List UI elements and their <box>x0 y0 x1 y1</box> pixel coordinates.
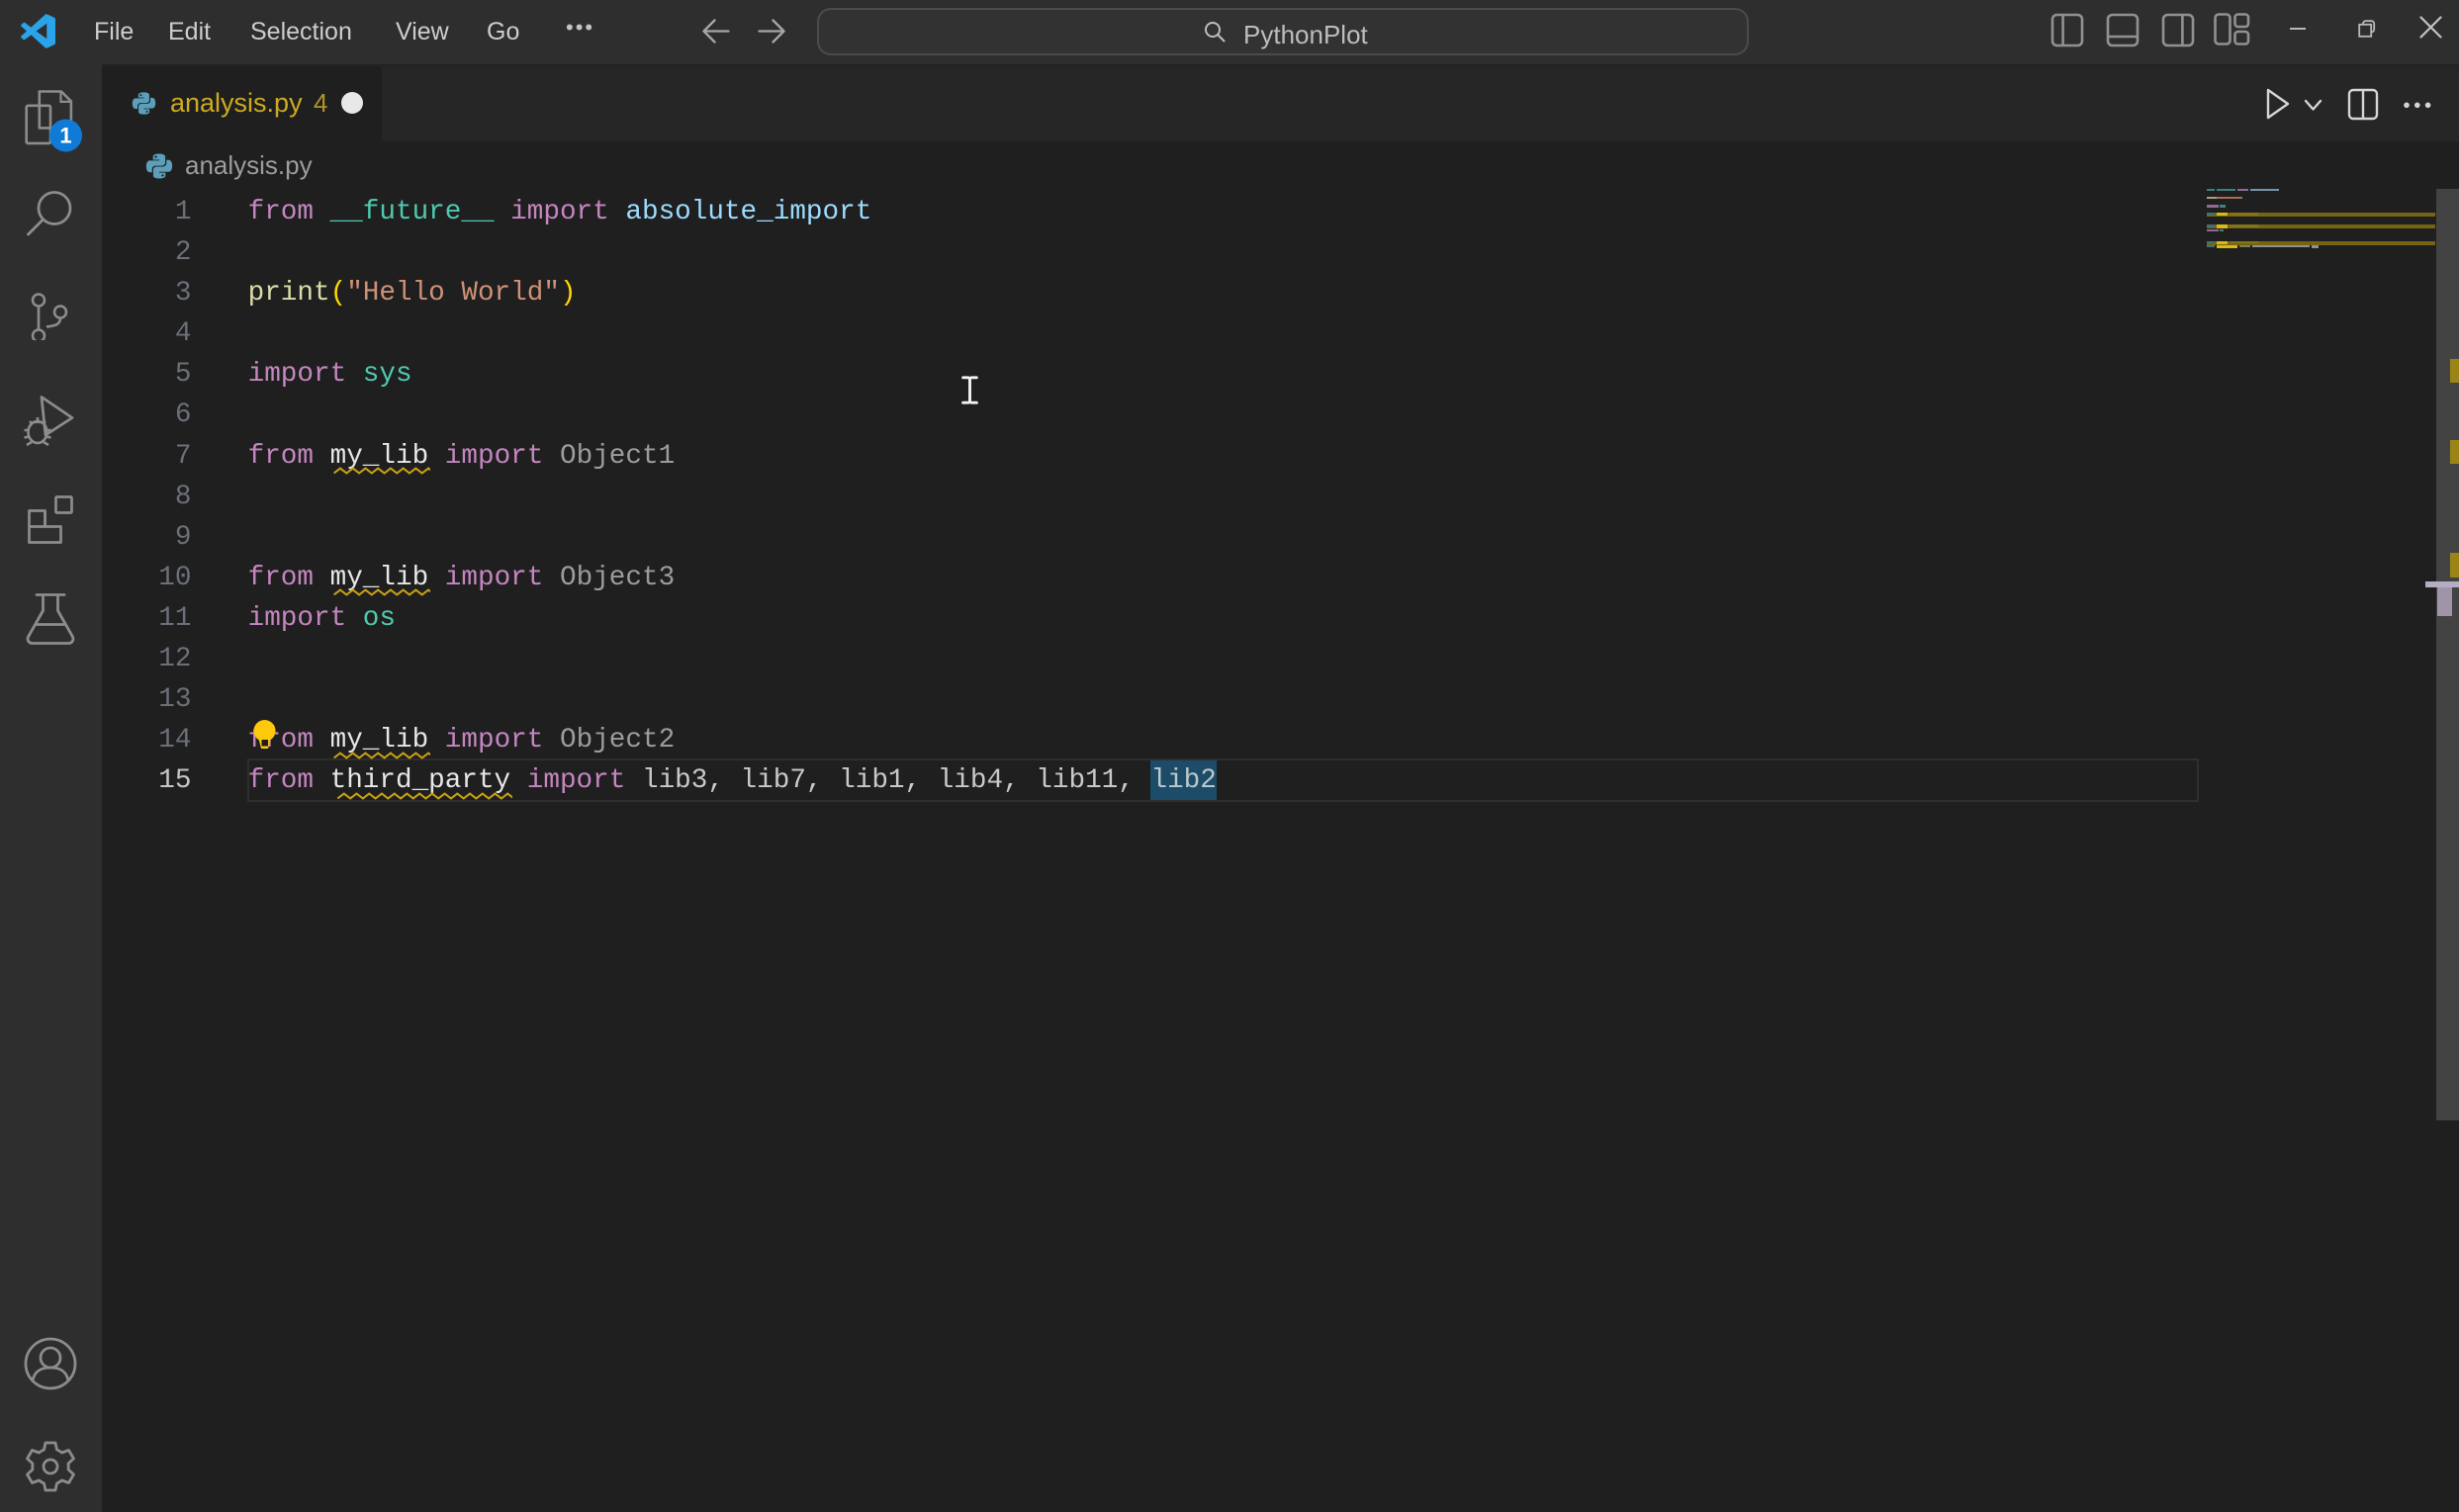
svg-text:1: 1 <box>59 124 71 148</box>
